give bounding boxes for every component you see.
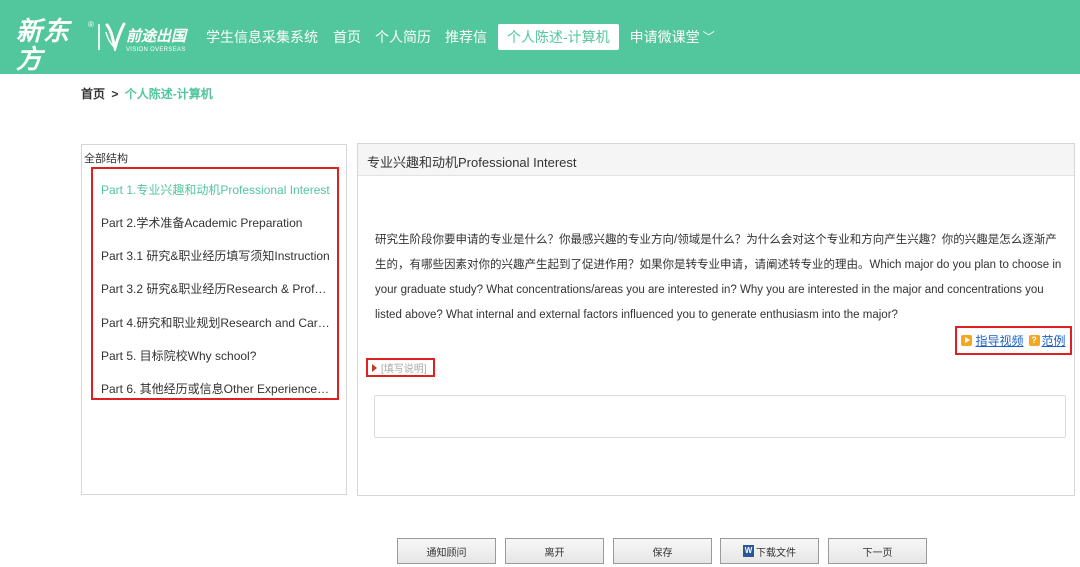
xdf-logo[interactable]: 新东方 XDF.CN [16, 18, 96, 83]
download-file-label: 下载文件 [756, 547, 796, 559]
word-document-icon: W [743, 545, 754, 557]
notify-advisor-button[interactable]: 通知顾问 [397, 538, 496, 564]
logo-divider [98, 24, 100, 50]
part-item-5[interactable]: Part 5. 目标院校Why school? [101, 347, 331, 364]
vision-overseas-emblem-icon [105, 22, 126, 51]
answer-input[interactable] [374, 395, 1066, 438]
section-title: 专业兴趣和动机Professional Interest [367, 155, 577, 170]
fill-instructions-toggle[interactable]: [填写说明] [366, 358, 435, 377]
nav-micro-class-label: 申请微课堂 [629, 29, 700, 45]
structure-panel-title: 全部结构 [84, 153, 128, 165]
part-item-4[interactable]: Part 4.研究和职业规划Research and Career Goals [101, 314, 331, 331]
question-mark-icon: ? [1028, 335, 1040, 346]
nav-resume[interactable]: 个人简历 [375, 27, 431, 47]
nav-personal-statement[interactable]: 个人陈述-计算机 [498, 24, 619, 50]
triangle-right-icon [372, 363, 377, 372]
system-name: 学生信息采集系统 [206, 29, 318, 45]
play-video-icon [961, 335, 973, 346]
breadcrumb: 首页 > 个人陈述-计算机 [81, 85, 213, 102]
nav-home[interactable]: 首页 [333, 27, 361, 47]
breadcrumb-home[interactable]: 首页 [81, 87, 105, 101]
fill-instructions-label: [填写说明] [381, 364, 427, 375]
part-item-3-2[interactable]: Part 3.2 研究&职业经历Research & Professional … [101, 280, 331, 297]
nav-micro-class[interactable]: 申请微课堂 ﹀ [630, 27, 715, 47]
chevron-down-icon: ﹀ [702, 30, 715, 44]
example-link[interactable]: 范例 [1042, 332, 1066, 349]
question-text: 研究生阶段你要申请的专业是什么？你最感兴趣的专业方向/领域是什么？为什么会对这个… [375, 234, 1062, 321]
part-item-3-1[interactable]: Part 3.1 研究&职业经历填写须知Instruction [101, 247, 331, 264]
section-panel: 专业兴趣和动机Professional Interest 研究生阶段你要申请的专… [357, 143, 1075, 496]
guide-video-link[interactable]: 指导视频 [975, 332, 1023, 349]
parts-list: Part 1.专业兴趣和动机Professional Interest Part… [91, 167, 339, 400]
vision-overseas-caption: VISION OVERSEAS [126, 47, 186, 53]
registered-mark: ® [88, 20, 94, 29]
xdf-logo-text: 新东方 [16, 17, 71, 75]
help-links: 指导视频 ? 范例 [955, 326, 1072, 355]
nav-recommendation-letter[interactable]: 推荐信 [445, 27, 487, 47]
vision-overseas-title: 前途出国 [126, 27, 187, 45]
main-nav: 学生信息采集系统 首页 个人简历 推荐信 个人陈述-计算机 申请微课堂 ﹀ [200, 0, 722, 74]
vision-overseas-logo[interactable]: 前途出国 VISION OVERSEAS [104, 19, 199, 59]
leave-button[interactable]: 离开 [505, 538, 604, 564]
top-header: 新东方 XDF.CN ® 前途出国 VISION OVERSEAS 学生信息采集… [0, 0, 1080, 83]
section-header: 专业兴趣和动机Professional Interest [358, 144, 1074, 176]
save-button[interactable]: 保存 [613, 538, 712, 564]
breadcrumb-separator: > [111, 87, 119, 101]
part-item-2[interactable]: Part 2.学术准备Academic Preparation [101, 214, 331, 231]
part-item-6[interactable]: Part 6. 其他经历或信息Other Experience and Info… [101, 380, 331, 397]
structure-panel: 全部结构 Part 1.专业兴趣和动机Professional Interest… [81, 144, 347, 495]
download-file-button[interactable]: W 下载文件 [720, 538, 819, 564]
xdf-logo-domain: XDF.CN [55, 74, 88, 83]
breadcrumb-current: 个人陈述-计算机 [124, 87, 213, 101]
next-page-button[interactable]: 下一页 [828, 538, 927, 564]
part-item-1[interactable]: Part 1.专业兴趣和动机Professional Interest [101, 181, 331, 198]
